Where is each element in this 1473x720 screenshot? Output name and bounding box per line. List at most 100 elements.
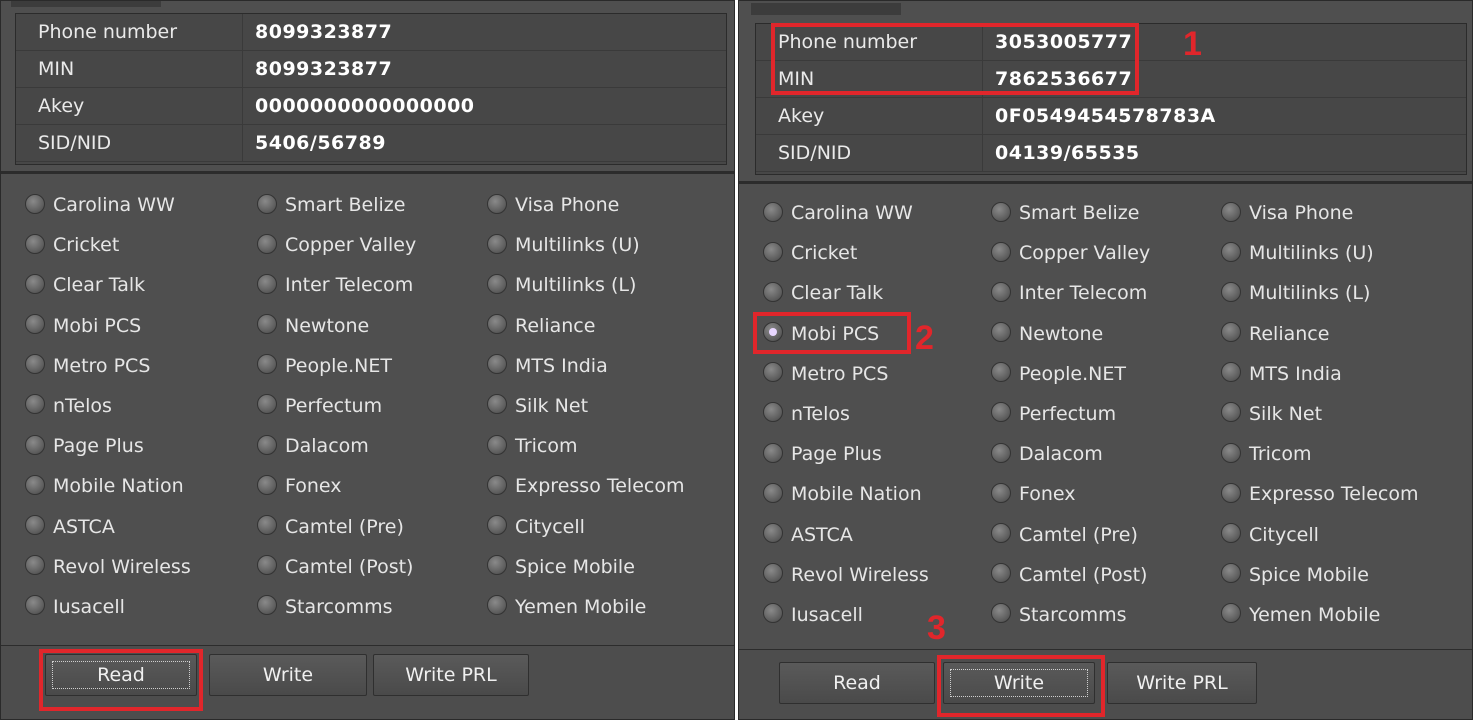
- radio-button-icon[interactable]: [763, 281, 783, 302]
- carrier-radio-option[interactable]: Mobi PCS: [25, 306, 191, 346]
- radio-button-icon[interactable]: [991, 563, 1011, 584]
- carrier-radio-option[interactable]: nTelos: [763, 394, 929, 434]
- radio-button-icon[interactable]: [1221, 523, 1241, 543]
- info-value[interactable]: 0000000000000000: [243, 88, 726, 124]
- carrier-radio-option[interactable]: People.NET: [991, 354, 1150, 394]
- carrier-radio-option[interactable]: Citycell: [487, 507, 684, 547]
- radio-button-icon[interactable]: [1221, 362, 1241, 383]
- carrier-radio-option[interactable]: Camtel (Post): [257, 547, 416, 587]
- radio-button-icon[interactable]: [25, 595, 45, 616]
- read-button[interactable]: Read: [779, 662, 935, 704]
- radio-button-icon[interactable]: [991, 603, 1011, 624]
- info-value[interactable]: 5406/56789: [243, 125, 726, 161]
- radio-button-icon[interactable]: [25, 515, 45, 535]
- carrier-radio-option[interactable]: Cricket: [763, 233, 929, 273]
- radio-button-icon[interactable]: [257, 193, 277, 214]
- carrier-radio-option[interactable]: Copper Valley: [991, 233, 1150, 273]
- carrier-radio-option[interactable]: Yemen Mobile: [487, 587, 684, 627]
- info-value[interactable]: 0F0549454578783A: [983, 98, 1466, 134]
- carrier-radio-option[interactable]: Smart Belize: [257, 185, 416, 225]
- carrier-radio-option[interactable]: Copper Valley: [257, 225, 416, 265]
- radio-button-icon[interactable]: [991, 322, 1011, 343]
- radio-button-icon[interactable]: [257, 434, 277, 455]
- carrier-radio-option[interactable]: Visa Phone: [487, 185, 684, 225]
- carrier-radio-option[interactable]: nTelos: [25, 386, 191, 426]
- radio-button-icon[interactable]: [763, 442, 783, 463]
- radio-button-icon[interactable]: [1221, 603, 1241, 624]
- carrier-radio-option[interactable]: Perfectum: [257, 386, 416, 426]
- carrier-radio-option[interactable]: Expresso Telecom: [1221, 474, 1418, 514]
- carrier-radio-option[interactable]: Tricom: [1221, 434, 1418, 474]
- radio-button-icon[interactable]: [487, 595, 507, 616]
- radio-button-icon[interactable]: [25, 474, 45, 495]
- carrier-radio-option[interactable]: Dalacom: [991, 434, 1150, 474]
- radio-button-icon[interactable]: [991, 362, 1011, 383]
- carrier-radio-option[interactable]: Perfectum: [991, 394, 1150, 434]
- carrier-radio-option[interactable]: Newtone: [257, 306, 416, 346]
- carrier-radio-option[interactable]: Citycell: [1221, 515, 1418, 555]
- radio-button-icon[interactable]: [1221, 201, 1241, 222]
- carrier-radio-option[interactable]: Iusacell: [25, 587, 191, 627]
- write-button[interactable]: Write: [209, 654, 367, 696]
- radio-button-icon[interactable]: [763, 362, 783, 383]
- carrier-radio-option[interactable]: Smart Belize: [991, 193, 1150, 233]
- carrier-radio-option[interactable]: Metro PCS: [763, 354, 929, 394]
- radio-button-icon[interactable]: [25, 394, 45, 415]
- carrier-radio-option[interactable]: Reliance: [1221, 314, 1418, 354]
- radio-button-icon[interactable]: [991, 241, 1011, 262]
- carrier-radio-option[interactable]: Fonex: [257, 466, 416, 506]
- radio-button-icon[interactable]: [1221, 402, 1241, 423]
- carrier-radio-option[interactable]: Fonex: [991, 474, 1150, 514]
- radio-button-icon[interactable]: [487, 233, 507, 254]
- carrier-radio-option[interactable]: Cricket: [25, 225, 191, 265]
- radio-button-icon[interactable]: [257, 595, 277, 616]
- carrier-radio-option[interactable]: MTS India: [487, 346, 684, 386]
- carrier-radio-option[interactable]: Page Plus: [763, 434, 929, 474]
- radio-button-icon[interactable]: [763, 241, 783, 262]
- carrier-radio-option[interactable]: Newtone: [991, 314, 1150, 354]
- carrier-radio-option[interactable]: Multilinks (L): [487, 265, 684, 305]
- radio-button-icon[interactable]: [487, 354, 507, 375]
- radio-button-icon[interactable]: [487, 314, 507, 335]
- radio-button-icon[interactable]: [257, 515, 277, 535]
- radio-button-icon[interactable]: [1221, 241, 1241, 262]
- carrier-radio-option[interactable]: Visa Phone: [1221, 193, 1418, 233]
- radio-button-icon[interactable]: [991, 442, 1011, 463]
- radio-button-icon[interactable]: [1221, 482, 1241, 503]
- radio-button-icon[interactable]: [487, 474, 507, 495]
- carrier-radio-option[interactable]: Clear Talk: [763, 273, 929, 313]
- carrier-radio-option[interactable]: Iusacell: [763, 595, 929, 635]
- carrier-radio-option[interactable]: Carolina WW: [25, 185, 191, 225]
- radio-button-icon[interactable]: [1221, 281, 1241, 302]
- carrier-radio-option[interactable]: Spice Mobile: [1221, 555, 1418, 595]
- radio-button-icon[interactable]: [487, 515, 507, 535]
- radio-button-icon[interactable]: [763, 482, 783, 503]
- carrier-radio-option[interactable]: Revol Wireless: [763, 555, 929, 595]
- radio-button-icon[interactable]: [763, 563, 783, 584]
- write-prl-button[interactable]: Write PRL: [373, 654, 529, 696]
- radio-button-icon[interactable]: [763, 402, 783, 423]
- carrier-radio-option[interactable]: Expresso Telecom: [487, 466, 684, 506]
- carrier-radio-option[interactable]: Yemen Mobile: [1221, 595, 1418, 635]
- info-value[interactable]: 8099323877: [243, 14, 726, 50]
- carrier-radio-option[interactable]: Inter Telecom: [991, 273, 1150, 313]
- carrier-radio-option[interactable]: Metro PCS: [25, 346, 191, 386]
- radio-button-icon[interactable]: [25, 314, 45, 335]
- radio-button-icon[interactable]: [257, 394, 277, 415]
- carrier-radio-option[interactable]: ASTCA: [25, 507, 191, 547]
- carrier-radio-option[interactable]: Camtel (Pre): [257, 507, 416, 547]
- radio-button-icon[interactable]: [25, 273, 45, 294]
- radio-button-icon[interactable]: [25, 193, 45, 214]
- radio-button-icon[interactable]: [25, 354, 45, 375]
- carrier-radio-option[interactable]: Revol Wireless: [25, 547, 191, 587]
- radio-button-icon[interactable]: [487, 273, 507, 294]
- radio-button-icon[interactable]: [257, 555, 277, 576]
- carrier-radio-option[interactable]: Mobile Nation: [25, 466, 191, 506]
- radio-button-icon[interactable]: [991, 482, 1011, 503]
- carrier-radio-option[interactable]: People.NET: [257, 346, 416, 386]
- radio-button-icon[interactable]: [487, 193, 507, 214]
- carrier-radio-option[interactable]: Spice Mobile: [487, 547, 684, 587]
- carrier-radio-option[interactable]: Camtel (Pre): [991, 515, 1150, 555]
- carrier-radio-option[interactable]: Dalacom: [257, 426, 416, 466]
- carrier-radio-option[interactable]: Multilinks (U): [487, 225, 684, 265]
